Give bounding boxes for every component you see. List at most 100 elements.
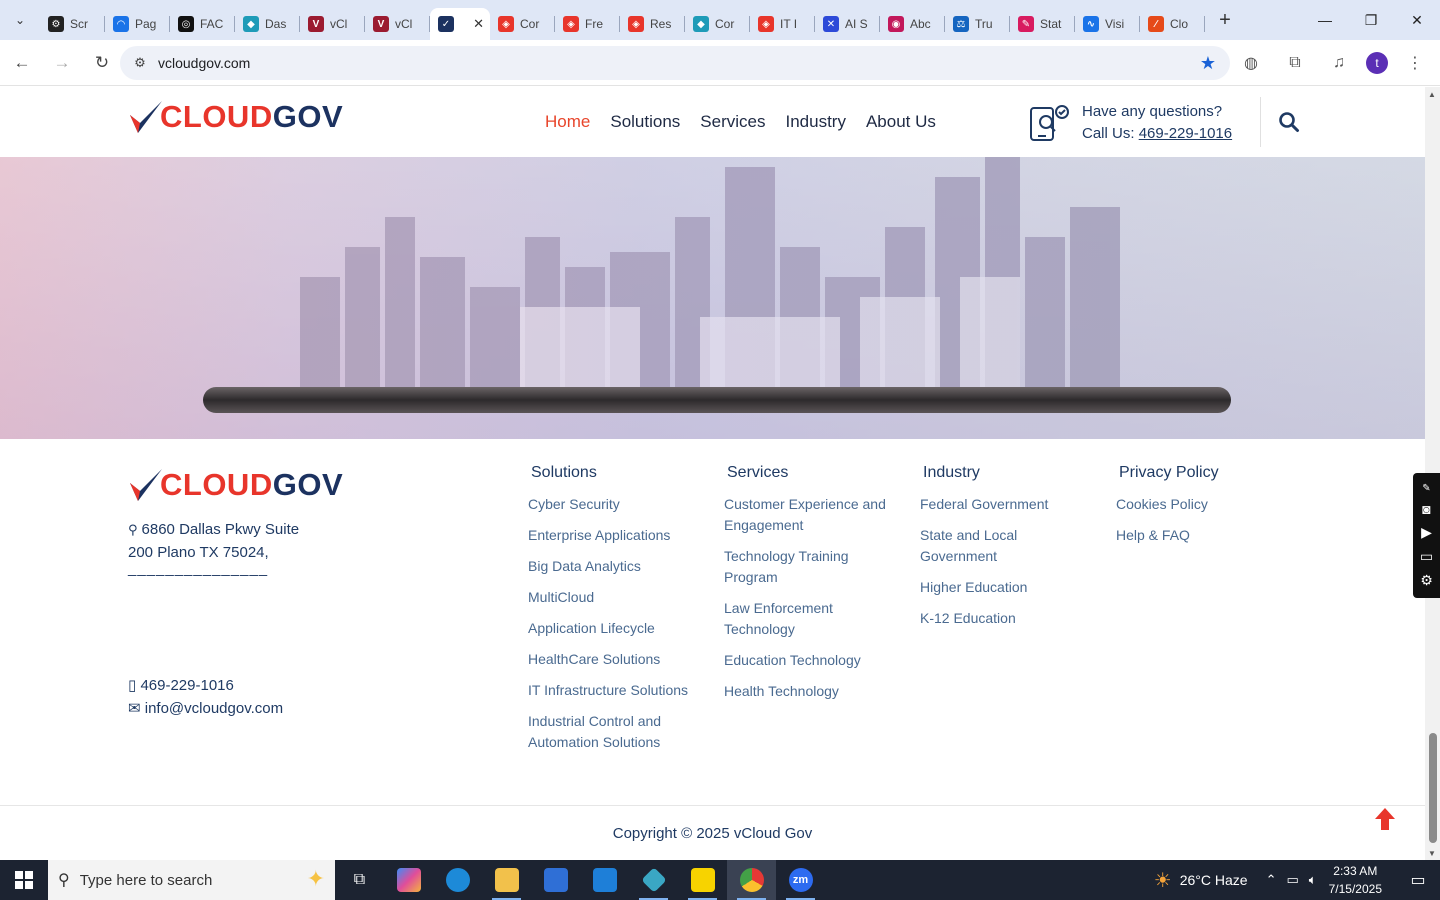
app-diamond-icon[interactable]	[629, 860, 678, 900]
back-button[interactable]: ←	[4, 45, 40, 81]
search-icon[interactable]	[1278, 111, 1300, 133]
copilot-icon[interactable]	[384, 860, 433, 900]
file-explorer-icon[interactable]	[482, 860, 531, 900]
tab-label: Fre	[585, 17, 603, 31]
browser-tab[interactable]: ✎ Stat	[1010, 8, 1075, 40]
chevron-up-icon[interactable]: ⌃	[1266, 872, 1277, 888]
weather-widget[interactable]: ☀ 26°C Haze	[1154, 868, 1248, 893]
footer-link[interactable]: Industrial Control and Automation Soluti…	[528, 711, 708, 753]
edge-icon[interactable]	[433, 860, 482, 900]
notifications-icon[interactable]: ▭	[1396, 870, 1440, 890]
footer-link[interactable]: Health Technology	[724, 681, 894, 702]
footer-phone[interactable]: ▯ 469-229-1016	[128, 676, 234, 694]
zoom-icon[interactable]: zm	[776, 860, 825, 900]
footer-link[interactable]: Enterprise Applications	[528, 525, 708, 546]
volume-icon[interactable]: 🔈︎	[1309, 872, 1317, 888]
pen-icon[interactable]: ✎	[1422, 483, 1430, 494]
browser-tab[interactable]: ◠ Pag	[105, 8, 170, 40]
footer-link[interactable]: Application Lifecycle	[528, 618, 708, 639]
browser-tab[interactable]: ∿ Visi	[1075, 8, 1140, 40]
browser-tab[interactable]: ◈ IT I	[750, 8, 815, 40]
footer-link[interactable]: Customer Experience and Engagement	[724, 494, 894, 536]
gear-icon[interactable]: ⚙	[1420, 572, 1433, 589]
network-icon[interactable]: ▭	[1287, 872, 1299, 888]
browser-tab[interactable]: ⚙ Scr	[40, 8, 105, 40]
browser-tab[interactable]: ◈ Fre	[555, 8, 620, 40]
nav-solutions[interactable]: Solutions	[600, 112, 690, 132]
nav-services[interactable]: Services	[690, 112, 775, 132]
nav-home[interactable]: Home	[535, 112, 600, 132]
bookmark-star-icon[interactable]: ★	[1200, 53, 1216, 74]
envelope-icon: ✉	[128, 700, 141, 717]
tab-label: FAC	[200, 17, 224, 31]
nav-about-us[interactable]: About Us	[856, 112, 946, 132]
reload-button[interactable]: ↻	[84, 45, 120, 81]
browser-tab[interactable]: ◎ FAC	[170, 8, 235, 40]
footer-link[interactable]: K-12 Education	[920, 608, 1090, 629]
footer-email[interactable]: ✉ info@vcloudgov.com	[128, 699, 283, 717]
footer-link[interactable]: IT Infrastructure Solutions	[528, 680, 708, 701]
window-icon[interactable]: ▭	[1420, 548, 1433, 565]
browser-tab[interactable]: ⚖ Tru	[945, 8, 1010, 40]
task-view-icon[interactable]: ⧉	[335, 860, 384, 900]
tab-active[interactable]: ✓ ✕	[430, 8, 490, 40]
site-logo[interactable]: CLOUDGOV	[128, 99, 343, 135]
footer-link[interactable]: Help & FAQ	[1116, 525, 1266, 546]
close-tab-icon[interactable]: ✕	[473, 16, 484, 32]
footer-link[interactable]: Higher Education	[920, 577, 1090, 598]
browser-tab[interactable]: VvCl	[300, 8, 365, 40]
footer-link[interactable]: MultiCloud	[528, 587, 708, 608]
taskbar-clock[interactable]: 2:33 AM 7/15/2025	[1329, 862, 1382, 898]
footer-link[interactable]: Big Data Analytics	[528, 556, 708, 577]
browser-tab[interactable]: ∕ Clo	[1140, 8, 1205, 40]
browser-tab[interactable]: ◈ Res	[620, 8, 685, 40]
store-icon[interactable]	[531, 860, 580, 900]
tab-search-button[interactable]: ⌄	[6, 6, 34, 34]
hero-platform	[203, 387, 1231, 413]
taskbar-search[interactable]: ⚲ Type here to search ✦	[48, 860, 335, 900]
browser-tab[interactable]: ◈ Cor	[490, 8, 555, 40]
browser-tab[interactable]: ◆ Cor	[685, 8, 750, 40]
footer-link[interactable]: Federal Government	[920, 494, 1090, 515]
close-window-icon[interactable]: ✕	[1394, 0, 1440, 40]
start-button[interactable]	[0, 860, 48, 900]
arrow-left-icon: ←	[13, 52, 31, 72]
footer-link[interactable]: Law Enforcement Technology	[724, 598, 894, 640]
camera-icon[interactable]: ◙	[1422, 501, 1430, 517]
extensions-icon[interactable]: ⧉	[1278, 46, 1312, 80]
footer-link[interactable]: Technology Training Program	[724, 546, 894, 588]
browser-tab[interactable]: ✕ AI S	[815, 8, 880, 40]
footer-link[interactable]: Cookies Policy	[1116, 494, 1266, 515]
profile-avatar[interactable]: t	[1366, 52, 1388, 74]
site-info-icon[interactable]: ⚙	[126, 55, 154, 71]
forward-button[interactable]: →	[44, 45, 80, 81]
chrome-icon[interactable]	[727, 860, 776, 900]
scroll-up-icon[interactable]: ▲	[1428, 90, 1436, 99]
more-menu-icon[interactable]: ⋮	[1398, 46, 1432, 80]
tab-favicon-icon: ✎	[1018, 16, 1034, 32]
nav-industry[interactable]: Industry	[775, 112, 855, 132]
footer-logo[interactable]: CLOUDGOV	[128, 467, 343, 503]
sticky-notes-icon[interactable]	[678, 860, 727, 900]
url-text[interactable]: vcloudgov.com	[158, 55, 250, 71]
footer-col-title[interactable]: Privacy Policy	[1116, 464, 1266, 482]
contact-phone-link[interactable]: 469-229-1016	[1139, 125, 1232, 142]
footer-link[interactable]: Cyber Security	[528, 494, 708, 515]
browser-tab[interactable]: ◉ Abc	[880, 8, 945, 40]
address-bar[interactable]: ⚙ vcloudgov.com ★	[120, 46, 1230, 80]
browser-tab[interactable]: ◆ Das	[235, 8, 300, 40]
footer-link[interactable]: State and Local Government	[920, 525, 1090, 567]
new-tab-button[interactable]: +	[1211, 6, 1239, 34]
footer-link[interactable]: Education Technology	[724, 650, 894, 671]
footer-link[interactable]: HealthCare Solutions	[528, 649, 708, 670]
video-icon[interactable]: ▶	[1421, 524, 1432, 541]
mail-icon[interactable]	[580, 860, 629, 900]
copyright-bar: Copyright © 2025 vCloud Gov	[0, 805, 1425, 860]
scrollbar-thumb[interactable]	[1429, 733, 1437, 843]
translate-icon[interactable]: ◍	[1234, 46, 1268, 80]
browser-tab[interactable]: VvCl	[365, 8, 430, 40]
minimize-icon[interactable]: —	[1302, 0, 1348, 40]
scroll-down-icon[interactable]: ▼	[1428, 849, 1436, 858]
restore-icon[interactable]: ❐	[1348, 0, 1394, 40]
media-control-icon[interactable]: ♫	[1322, 46, 1356, 80]
